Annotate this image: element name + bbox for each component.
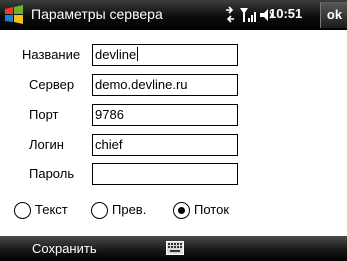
ok-button[interactable]: ok bbox=[320, 2, 347, 28]
text-caret bbox=[137, 47, 139, 61]
port-value: 9786 bbox=[95, 107, 124, 122]
name-value: devline bbox=[95, 47, 137, 62]
login-field[interactable]: chief bbox=[92, 134, 238, 156]
radio-text-label: Текст bbox=[35, 202, 68, 217]
server-value: demo.devline.ru bbox=[95, 77, 188, 92]
password-field[interactable] bbox=[92, 163, 238, 185]
title-bar: Параметры сервера 10:51 ok bbox=[0, 0, 347, 30]
login-value: chief bbox=[95, 137, 123, 152]
radio-preview-label: Прев. bbox=[112, 202, 147, 217]
radio-circle bbox=[14, 202, 31, 219]
keyboard-icon[interactable] bbox=[166, 241, 184, 255]
signal-icon bbox=[240, 8, 256, 22]
radio-circle bbox=[173, 202, 190, 219]
softkey-bar: Сохранить bbox=[0, 236, 347, 261]
window-title: Параметры сервера bbox=[31, 6, 163, 22]
radio-circle bbox=[91, 202, 108, 219]
login-label: Логин bbox=[29, 137, 64, 152]
port-label: Порт bbox=[29, 107, 59, 122]
server-field[interactable]: demo.devline.ru bbox=[92, 74, 238, 96]
port-field[interactable]: 9786 bbox=[92, 104, 238, 126]
server-label: Сервер bbox=[29, 77, 75, 92]
connectivity-icon bbox=[226, 6, 234, 23]
radio-stream-label: Поток bbox=[194, 202, 230, 217]
name-field[interactable]: devline bbox=[92, 44, 238, 66]
name-label: Название bbox=[22, 47, 81, 62]
clock[interactable]: 10:51 bbox=[269, 6, 302, 21]
save-softkey[interactable]: Сохранить bbox=[32, 241, 97, 256]
windows-flag-icon[interactable] bbox=[3, 4, 25, 26]
radio-selected-dot bbox=[178, 207, 185, 214]
password-label: Пароль bbox=[29, 166, 75, 181]
